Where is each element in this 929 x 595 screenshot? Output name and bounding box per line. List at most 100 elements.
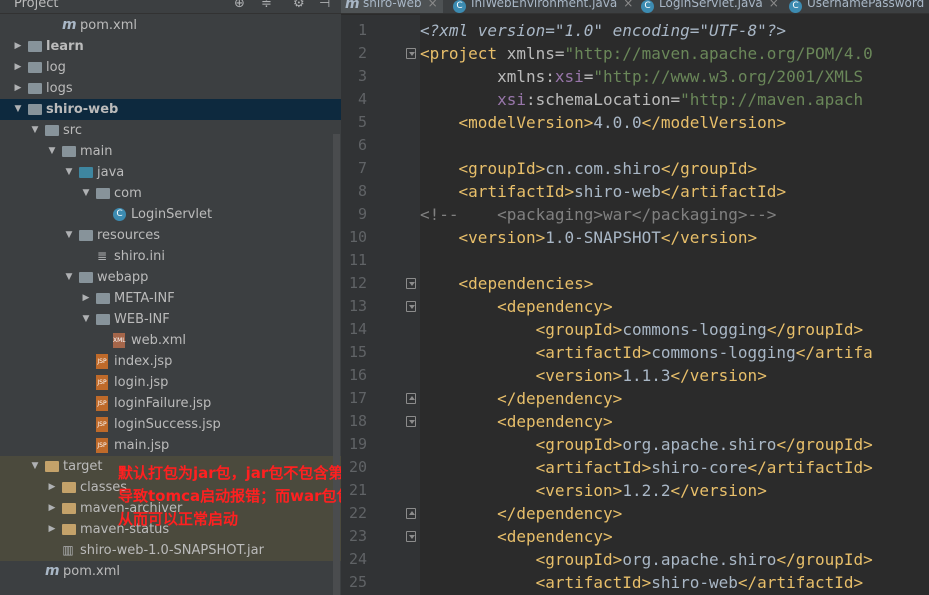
tree-item[interactable]: JSP index.jsp [0,351,341,372]
code-line: 20 <artifactId>shiro-core</artifactId> [341,456,929,479]
fold-close-icon[interactable] [406,508,416,519]
line-number: 12 [348,274,367,292]
collapse-all-icon[interactable]: ≑ [261,0,272,11]
tab-label: IniWebEnvironment.java [471,0,618,10]
tree-item[interactable]: ▼ shiro-web [0,99,341,120]
tree-item-label: log [46,60,66,75]
chevron-down-icon[interactable]: ▼ [64,225,74,246]
code-line: 7 <groupId>cn.com.shiro</groupId> [341,157,929,180]
editor-tab[interactable]: C LoginServlet.java × [637,0,779,13]
tree-item[interactable]: ▼ WEB-INF [0,309,341,330]
chevron-down-icon[interactable]: ▼ [30,120,40,141]
code-text: <dependency> [497,527,613,546]
chevron-right-icon[interactable]: ▶ [81,288,91,309]
project-header: Project ⊕ ≑ ⚙ ⊣ [0,0,341,14]
code-text: <modelVersion>4.0.0</modelVersion> [458,113,787,132]
resources-folder-icon [79,230,93,241]
tree-item[interactable]: ▼ webapp [0,267,341,288]
code-text: <?xml version="1.0" encoding="UTF-8"?> [420,21,787,40]
line-number: 6 [357,136,367,154]
tree-item-label: pom.xml [63,564,120,579]
tree-item[interactable]: m pom.xml [0,561,341,582]
chevron-down-icon[interactable]: ▼ [64,162,74,183]
tree-item[interactable]: ▼ com [0,183,341,204]
tree-item[interactable]: ▼ src [0,120,341,141]
code-line: 23 <dependency> [341,525,929,548]
code-text: <artifactId>shiro-core</artifactId> [535,458,873,477]
tree-item[interactable]: JSP main.jsp [0,435,341,456]
close-icon[interactable]: × [623,0,633,10]
tree-item-label: main.jsp [114,438,170,453]
code-line: 8 <artifactId>shiro-web</artifactId> [341,180,929,203]
fold-open-icon[interactable] [406,278,416,289]
fold-close-icon[interactable] [406,393,416,404]
fold-open-icon[interactable] [406,531,416,542]
editor-tab[interactable]: m shiro-web × [341,0,443,13]
tree-item[interactable]: ▶ log [0,57,341,78]
tree-item[interactable]: ▶ learn [0,36,341,57]
tree-item[interactable]: ▶ logs [0,78,341,99]
chevron-right-icon[interactable]: ▶ [13,36,23,57]
fold-open-icon[interactable] [406,48,416,59]
folder-icon [62,146,76,157]
tree-item[interactable]: C LoginServlet [0,204,341,225]
project-title[interactable]: Project [14,0,58,11]
code-text: <groupId>org.apache.shiro</groupId> [535,550,873,569]
chevron-right-icon[interactable]: ▶ [13,78,23,99]
tree-item[interactable]: JSP loginSuccess.jsp [0,414,341,435]
chevron-down-icon[interactable]: ▼ [30,456,40,477]
line-number: 19 [348,435,367,453]
tree-item[interactable]: XML web.xml [0,330,341,351]
tree-item[interactable]: m pom.xml [0,15,341,36]
chevron-right-icon[interactable]: ▶ [47,519,57,540]
line-number: 20 [348,458,367,476]
code-text: <version>1.1.3</version> [535,366,767,385]
chevron-down-icon[interactable]: ▼ [13,99,23,120]
tree-item[interactable]: ≣ shiro.ini [0,246,341,267]
tree-item-label: web.xml [131,333,186,348]
tree-item-label: LoginServlet [131,207,213,222]
code-text: <groupId>cn.com.shiro</groupId> [458,159,758,178]
chevron-right-icon[interactable]: ▶ [47,477,57,498]
chevron-down-icon[interactable]: ▼ [81,309,91,330]
code-line: 17 </dependency> [341,387,929,410]
chevron-right-icon[interactable]: ▶ [47,498,57,519]
close-icon[interactable]: × [428,0,438,10]
code-line: 13 <dependency> [341,295,929,318]
annotation-line: 默认打包为jar包，jar包不包含第三方shiro的依赖jar包， [118,464,341,482]
line-number: 15 [348,343,367,361]
excluded-folder-icon [45,461,59,472]
web-folder-icon [79,272,93,283]
tree-item[interactable]: ▼ resources [0,225,341,246]
tree-item-label: resources [97,228,161,243]
fold-open-icon[interactable] [406,416,416,427]
code-line: 3 xmlns:xsi="http://www.w3.org/2001/XMLS [341,65,929,88]
line-number: 8 [357,182,367,200]
code-line: 11 [341,249,929,272]
chevron-down-icon[interactable]: ▼ [81,183,91,204]
tree-item[interactable]: JSP login.jsp [0,372,341,393]
tree-item[interactable]: JSP loginFailure.jsp [0,393,341,414]
code-text: <groupId>commons-logging</groupId> [535,320,864,339]
close-icon[interactable]: × [769,0,779,10]
tree-item[interactable]: ▥ shiro-web-1.0-SNAPSHOT.jar [0,540,341,561]
hide-icon[interactable]: ⊣ [319,0,330,11]
code-text: <artifactId>commons-logging</artifa [535,343,873,362]
editor-tab[interactable]: C UsernamePassword [785,0,929,13]
line-number: 21 [348,481,367,499]
code-text: xmlns:xsi="http://www.w3.org/2001/XMLS [497,67,864,86]
code-area[interactable]: 1 <?xml version="1.0" encoding="UTF-8"?> 2… [341,15,929,595]
locate-icon[interactable]: ⊕ [234,0,245,11]
line-number: 10 [348,228,367,246]
chevron-down-icon[interactable]: ▼ [64,267,74,288]
tree-item[interactable]: ▼ main [0,141,341,162]
fold-open-icon[interactable] [406,301,416,312]
tree-item[interactable]: ▼ java [0,162,341,183]
chevron-right-icon[interactable]: ▶ [13,57,23,78]
chevron-down-icon[interactable]: ▼ [47,141,57,162]
tree-item[interactable]: ▶ META-INF [0,288,341,309]
class-icon: C [113,208,126,221]
folder-icon [45,125,59,136]
gear-icon[interactable]: ⚙ [293,0,305,11]
editor-tab[interactable]: C IniWebEnvironment.java × [449,0,633,13]
